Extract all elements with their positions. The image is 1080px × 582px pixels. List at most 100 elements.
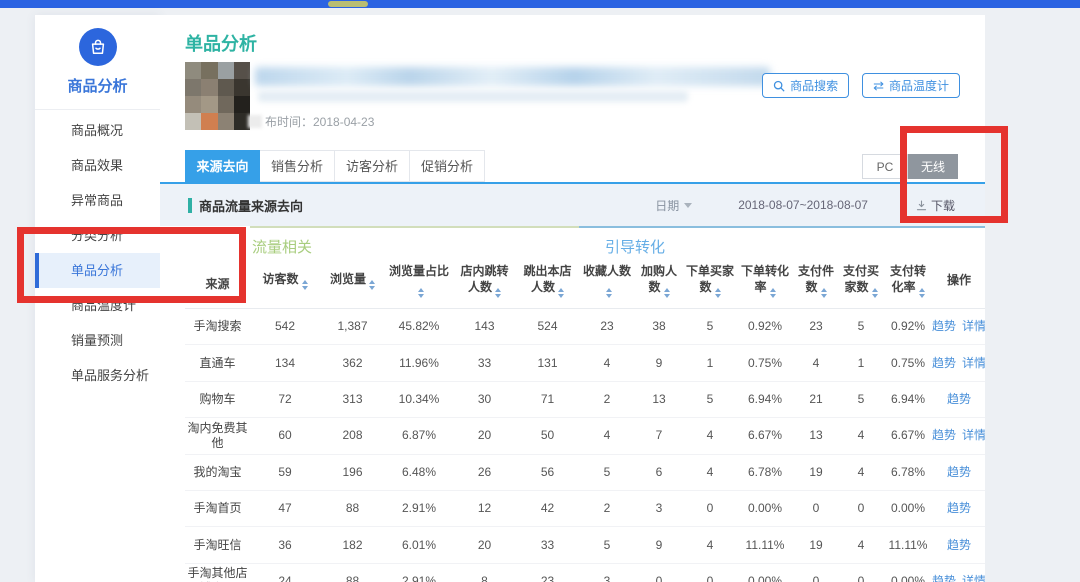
value-cell: 0 [793,501,839,516]
sort-icon[interactable] [664,288,670,298]
detail-link[interactable]: 详情 [962,428,985,443]
mosaic-cell [201,79,217,96]
sort-icon[interactable] [369,280,375,290]
value-cell: 11.96% [385,356,453,371]
value-cell: 5 [683,392,737,407]
column-header[interactable]: 加购人数 [635,254,683,308]
value-cell: 0 [839,574,883,582]
date-dropdown[interactable]: 日期 [655,197,692,214]
sort-icon[interactable] [919,288,925,298]
value-cell: 19 [793,538,839,553]
value-cell: 88 [320,501,385,516]
sort-icon[interactable] [558,288,564,298]
sidebar-item-2[interactable]: 异常商品 [35,183,160,218]
trend-link[interactable]: 趋势 [947,465,971,480]
value-cell: 5 [579,538,635,553]
tab-0[interactable]: 来源去向 [185,150,260,182]
sort-icon[interactable] [302,280,308,290]
mosaic-cell [201,62,217,79]
value-cell: 5 [579,465,635,480]
trend-link[interactable]: 趋势 [947,501,971,516]
value-cell: 2.91% [385,574,453,582]
sidebar-group-label[interactable]: 商品分析 [35,75,160,96]
value-cell: 131 [516,356,579,371]
trend-link[interactable]: 趋势 [932,319,956,334]
value-cell: 6.01% [385,538,453,553]
column-header-label: 浏览量 [330,272,375,290]
column-header[interactable]: 店内跳转人数 [453,254,516,308]
sort-icon[interactable] [418,288,424,298]
trend-link[interactable]: 趋势 [932,356,956,371]
value-cell: 24 [250,574,320,582]
detail-link[interactable]: 详情 [962,356,985,371]
column-header-label: 支付件数 [795,264,837,298]
source-cell: 手淘首页 [185,501,250,516]
value-cell: 11.11% [883,538,933,553]
table-row: 手淘其他店铺商品24882.91%8233000.00%000.00%趋势详情 [185,563,985,582]
analysis-tabs: 来源去向销售分析访客分析促销分析 [185,150,485,182]
trend-link[interactable]: 趋势 [947,392,971,407]
trend-link[interactable]: 趋势 [932,574,956,582]
column-header[interactable]: 下单买家数 [683,254,737,308]
trend-link[interactable]: 趋势 [947,538,971,553]
traffic-group: 流量相关访客数浏览量浏览量占比店内跳转人数跳出本店人数 [250,226,579,308]
column-header[interactable]: 下单转化率 [737,254,793,308]
conversion-group-label: 引导转化 [579,228,985,254]
tab-3[interactable]: 促销分析 [410,150,485,182]
value-cell: 196 [320,465,385,480]
action-cell: 趋势详情 [933,574,985,582]
value-cell: 30 [453,392,516,407]
column-header[interactable]: 支付买家数 [839,254,883,308]
tab-2[interactable]: 访客分析 [335,150,410,182]
value-cell: 10.34% [385,392,453,407]
value-cell: 4 [793,356,839,371]
column-header[interactable]: 收藏人数 [579,254,635,308]
value-cell: 23 [793,319,839,334]
shopping-bag-icon [79,28,117,66]
product-search-button[interactable]: 商品搜索 [762,73,849,98]
trend-link[interactable]: 趋势 [932,428,956,443]
sort-icon[interactable] [606,288,612,298]
sidebar-item-6[interactable]: 销量预测 [35,323,160,358]
value-cell: 4 [579,428,635,443]
mosaic-cell [234,96,250,113]
mosaic-cell [185,79,201,96]
product-title-redacted [255,67,770,86]
value-cell: 13 [635,392,683,407]
column-header-label: 支付转化率 [885,264,931,298]
sort-icon[interactable] [770,288,776,298]
value-cell: 2 [579,501,635,516]
source-cell: 手淘搜索 [185,319,250,334]
value-cell: 4 [839,538,883,553]
column-header[interactable]: 支付转化率 [883,254,933,308]
table-row: 手淘搜索5421,38745.82%143524233850.92%2350.9… [185,308,985,344]
sidebar-item-7[interactable]: 单品服务分析 [35,358,160,393]
value-cell: 0.00% [883,574,933,582]
sort-icon[interactable] [872,288,878,298]
column-header[interactable]: 支付件数 [793,254,839,308]
value-cell: 9 [635,538,683,553]
value-cell: 19 [793,465,839,480]
column-header[interactable]: 访客数 [250,254,320,308]
mosaic-cell [185,62,201,79]
value-cell: 542 [250,319,320,334]
sidebar-item-0[interactable]: 商品概况 [35,113,160,148]
sort-icon[interactable] [715,288,721,298]
detail-link[interactable]: 详情 [962,574,985,582]
sidebar-item-1[interactable]: 商品效果 [35,148,160,183]
product-thermometer-button[interactable]: ⇄ 商品温度计 [862,73,960,98]
column-header[interactable]: 浏览量占比 [385,254,453,308]
sort-icon[interactable] [821,288,827,298]
value-cell: 9 [635,356,683,371]
detail-link[interactable]: 详情 [962,319,985,334]
sort-icon[interactable] [495,288,501,298]
action-cell: 趋势 [933,538,985,553]
column-header[interactable]: 跳出本店人数 [516,254,579,308]
date-range-picker[interactable]: 2018-08-07~2018-08-07 [738,198,868,212]
column-header[interactable]: 浏览量 [320,254,385,308]
value-cell: 4 [683,465,737,480]
value-cell: 0 [839,501,883,516]
value-cell: 0.92% [737,319,793,334]
tab-1[interactable]: 销售分析 [260,150,335,182]
value-cell: 6 [635,465,683,480]
